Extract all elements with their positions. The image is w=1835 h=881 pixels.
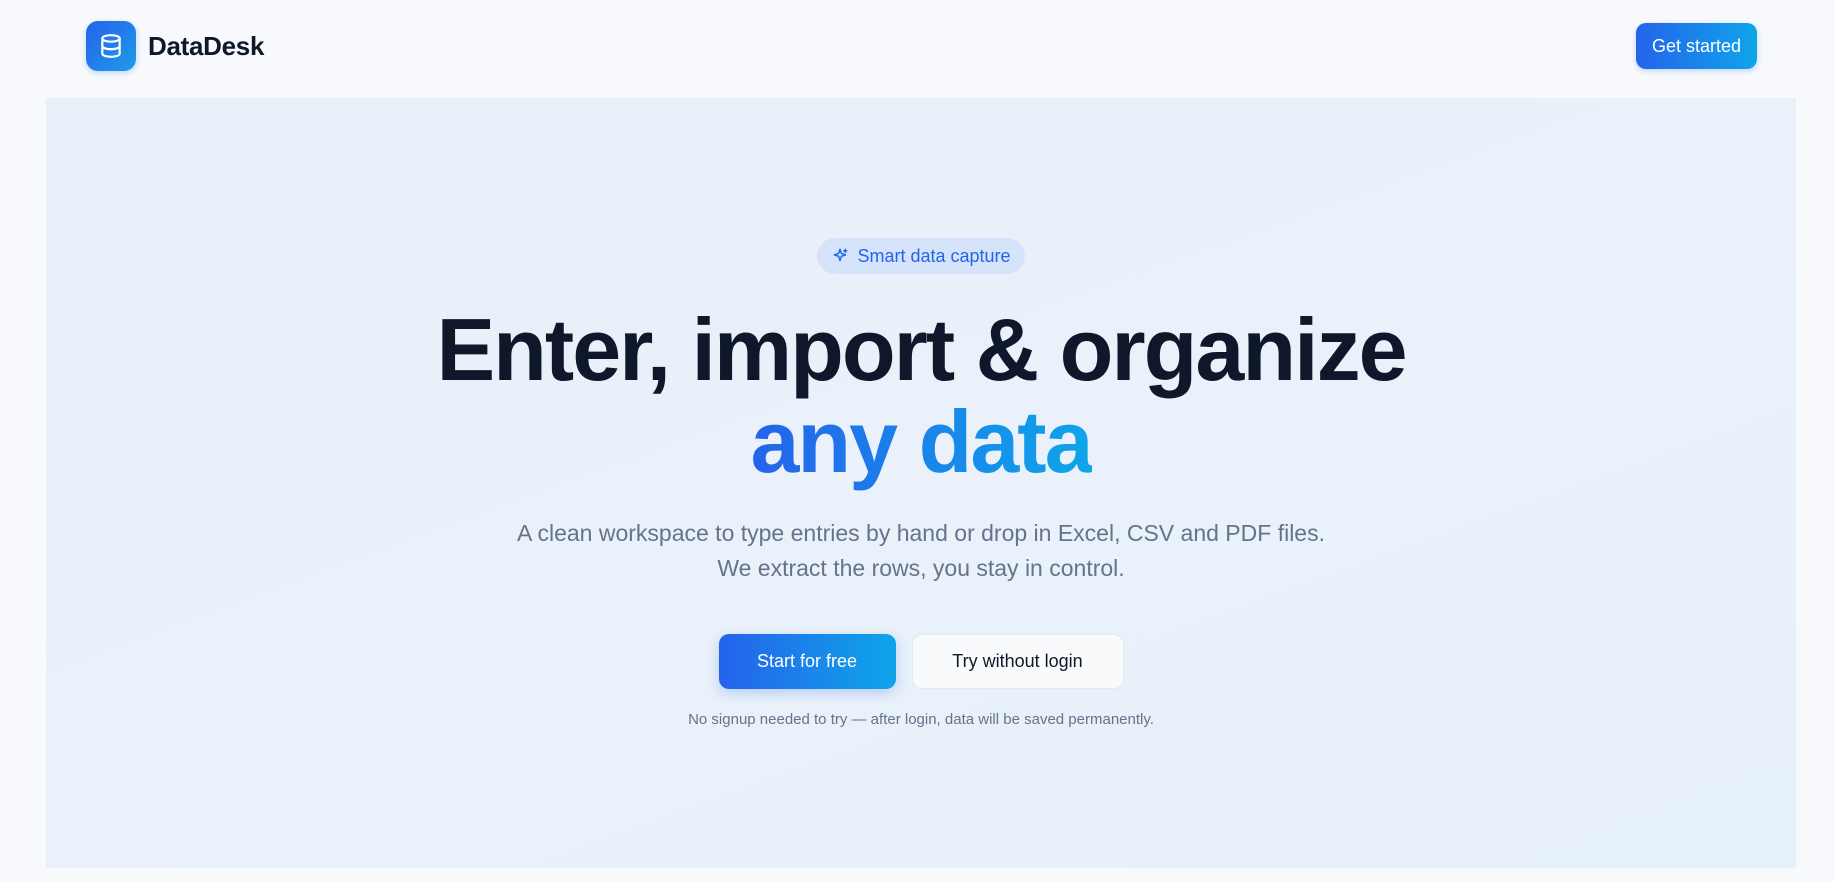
headline-line-1: Enter, import & organize	[436, 300, 1407, 399]
get-started-button[interactable]: Get started	[1635, 23, 1757, 69]
hero-section: Smart data capture Enter, import & organ…	[46, 98, 1796, 868]
top-navigation-bar: DataDesk Get started	[0, 0, 1835, 92]
brand-name: DataDesk	[148, 30, 265, 61]
cta-button-group: Start for free Try without login	[718, 634, 1124, 689]
brand[interactable]: DataDesk	[86, 21, 264, 71]
database-icon	[101, 34, 121, 58]
headline-line-2: any data	[750, 396, 1093, 496]
hero-headline: Enter, import & organize any data	[436, 300, 1407, 496]
sparkle-icon	[834, 248, 848, 262]
badge-label: Smart data capture	[857, 245, 1011, 266]
feature-badge: Smart data capture	[817, 238, 1025, 274]
start-for-free-button[interactable]: Start for free	[718, 634, 896, 689]
try-without-login-button[interactable]: Try without login	[911, 634, 1124, 689]
signup-note: No signup needed to try — after login, d…	[688, 711, 1154, 728]
logo	[86, 21, 136, 71]
hero-subtitle: A clean workspace to type entries by han…	[517, 520, 1325, 581]
